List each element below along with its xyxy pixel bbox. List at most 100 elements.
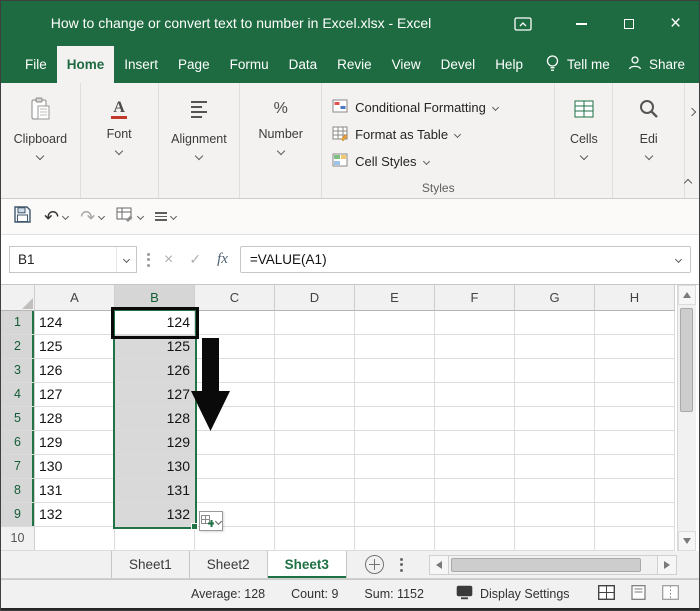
row-header-2[interactable]: 2 [1, 335, 35, 359]
cell-H8[interactable] [595, 479, 675, 503]
cell-E2[interactable] [355, 335, 435, 359]
menu-tab-formu[interactable]: Formu [220, 46, 279, 83]
row-header-6[interactable]: 6 [1, 431, 35, 455]
horizontal-scroll-track[interactable] [449, 555, 657, 575]
cell-styles-button[interactable]: Cell Styles [332, 148, 430, 175]
column-header-g[interactable]: G [515, 285, 595, 311]
cell-B7[interactable]: 130 [115, 455, 195, 479]
cell-E5[interactable] [355, 407, 435, 431]
sheet-tab-sheet2[interactable]: Sheet2 [189, 551, 268, 578]
undo-button[interactable]: ↶ [44, 208, 70, 226]
cell-D2[interactable] [275, 335, 355, 359]
cell-D5[interactable] [275, 407, 355, 431]
cell-D9[interactable] [275, 503, 355, 527]
row-header-10[interactable]: 10 [1, 527, 35, 551]
cell-B3[interactable]: 126 [115, 359, 195, 383]
display-settings-button[interactable]: Display Settings [456, 585, 570, 603]
cell-G6[interactable] [515, 431, 595, 455]
cell-H1[interactable] [595, 311, 675, 335]
cell-D1[interactable] [275, 311, 355, 335]
cell-C4[interactable] [195, 383, 275, 407]
cell-A6[interactable]: 129 [35, 431, 115, 455]
cell-A5[interactable]: 128 [35, 407, 115, 431]
save-button[interactable] [13, 205, 32, 229]
scroll-down-button[interactable] [678, 531, 696, 551]
cell-G9[interactable] [515, 503, 595, 527]
cell-F10[interactable] [435, 527, 515, 551]
format-as-table-button[interactable]: Format as Table [332, 121, 462, 148]
cell-C1[interactable] [195, 311, 275, 335]
column-header-h[interactable]: H [595, 285, 675, 311]
status-average[interactable]: Average: 128 [191, 587, 265, 601]
cell-B10[interactable] [115, 527, 195, 551]
page-layout-view-button[interactable] [630, 585, 647, 603]
minimize-button[interactable] [558, 1, 605, 46]
scroll-left-button[interactable] [429, 555, 449, 575]
vertical-scrollbar[interactable] [677, 285, 696, 551]
ribbon-group-editing[interactable]: Edi [613, 83, 686, 198]
cell-A2[interactable]: 125 [35, 335, 115, 359]
cell-D7[interactable] [275, 455, 355, 479]
row-header-5[interactable]: 5 [1, 407, 35, 431]
formula-bar-drag-handle[interactable] [147, 252, 150, 267]
maximize-button[interactable] [605, 1, 652, 46]
cell-F4[interactable] [435, 383, 515, 407]
new-sheet-button[interactable] [364, 555, 384, 574]
cell-H3[interactable] [595, 359, 675, 383]
ribbon-group-clipboard[interactable]: Clipboard [1, 83, 81, 198]
expand-formula-bar-icon[interactable] [674, 255, 683, 264]
formula-input[interactable]: =VALUE(A1) [239, 246, 691, 273]
cell-D8[interactable] [275, 479, 355, 503]
cell-H9[interactable] [595, 503, 675, 527]
cell-E8[interactable] [355, 479, 435, 503]
cell-E1[interactable] [355, 311, 435, 335]
menu-tab-home[interactable]: Home [56, 46, 115, 83]
sheet-tab-sheet3[interactable]: Sheet3 [267, 551, 347, 578]
menu-tab-revie[interactable]: Revie [327, 46, 382, 83]
row-header-4[interactable]: 4 [1, 383, 35, 407]
cell-G4[interactable] [515, 383, 595, 407]
autofill-options-button[interactable] [199, 511, 223, 531]
row-header-9[interactable]: 9 [1, 503, 35, 527]
cell-D3[interactable] [275, 359, 355, 383]
menu-tab-view[interactable]: View [382, 46, 431, 83]
cell-H2[interactable] [595, 335, 675, 359]
cell-E4[interactable] [355, 383, 435, 407]
cell-F1[interactable] [435, 311, 515, 335]
close-button[interactable]: × [652, 1, 699, 46]
cell-H5[interactable] [595, 407, 675, 431]
cell-G1[interactable] [515, 311, 595, 335]
page-break-view-button[interactable] [661, 585, 679, 603]
insert-function-icon[interactable]: fx [217, 251, 228, 268]
cell-G5[interactable] [515, 407, 595, 431]
share-button[interactable]: Share [627, 46, 685, 83]
name-box[interactable]: B1 [9, 246, 137, 273]
cell-B4[interactable]: 127 [115, 383, 195, 407]
cell-B5[interactable]: 128 [115, 407, 195, 431]
cell-D4[interactable] [275, 383, 355, 407]
cancel-icon[interactable]: × [164, 251, 173, 269]
cell-G2[interactable] [515, 335, 595, 359]
cell-G10[interactable] [515, 527, 595, 551]
cell-A10[interactable] [35, 527, 115, 551]
cell-A3[interactable]: 126 [35, 359, 115, 383]
cell-D6[interactable] [275, 431, 355, 455]
row-header-7[interactable]: 7 [1, 455, 35, 479]
cell-G3[interactable] [515, 359, 595, 383]
scroll-up-button[interactable] [678, 285, 696, 305]
cell-E3[interactable] [355, 359, 435, 383]
cell-C3[interactable] [195, 359, 275, 383]
cell-A1[interactable]: 124 [35, 311, 115, 335]
cell-C8[interactable] [195, 479, 275, 503]
menu-tab-help[interactable]: Help [485, 46, 533, 83]
vertical-scroll-thumb[interactable] [680, 308, 693, 412]
cell-A8[interactable]: 131 [35, 479, 115, 503]
horizontal-scrollbar[interactable] [429, 555, 677, 575]
menu-tab-page[interactable]: Page [168, 46, 220, 83]
name-box-dropdown[interactable] [116, 247, 136, 272]
column-header-c[interactable]: C [195, 285, 275, 311]
cell-E7[interactable] [355, 455, 435, 479]
cell-H6[interactable] [595, 431, 675, 455]
ribbon-group-number[interactable]: % Number [240, 83, 323, 198]
status-sum[interactable]: Sum: 1152 [364, 587, 424, 601]
